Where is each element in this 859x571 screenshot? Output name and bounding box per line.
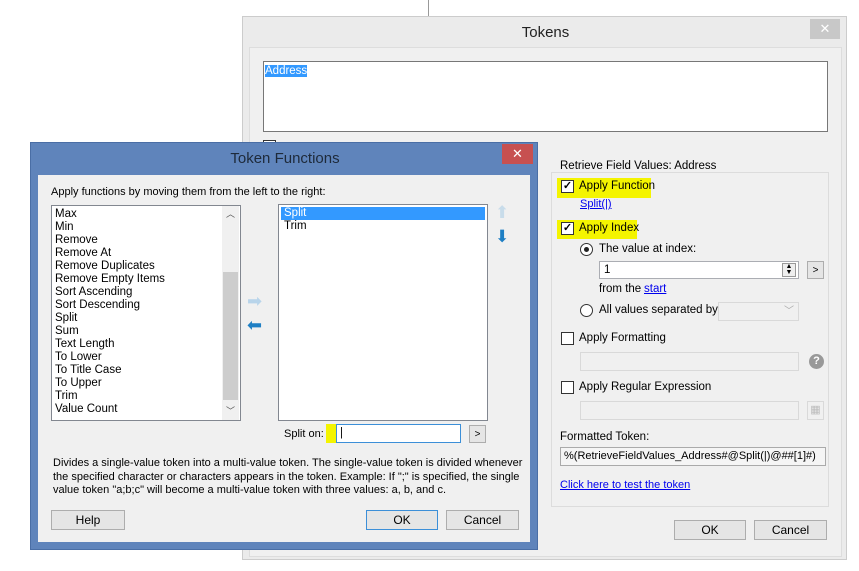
available-functions-list[interactable]: Max Min Remove Remove At Remove Duplicates Re… [51,205,241,421]
apply-function-checkbox[interactable]: ✓ [561,180,574,193]
move-up-arrow-icon[interactable]: ⬆ [495,203,509,223]
available-function-item[interactable]: Remove Duplicates [52,260,240,273]
formatted-token-label: Formatted Token: [560,431,650,443]
index-insert-button[interactable]: > [807,261,824,279]
instruction-label: Apply functions by moving them from the … [51,186,326,198]
available-function-item[interactable]: Remove [52,234,240,247]
token-textarea[interactable]: Address [263,61,828,132]
split-on-value: | [340,427,343,439]
index-value: 1 [604,264,611,276]
scroll-up-icon[interactable]: ︿ [222,206,239,223]
from-the-label: from the [599,283,642,295]
available-function-item[interactable]: Value Count [52,403,240,416]
all-values-radio[interactable] [580,304,593,317]
split-on-input[interactable]: | [336,424,461,443]
move-down-arrow-icon[interactable]: ⬇ [495,227,509,247]
available-function-item[interactable]: Trim [52,390,240,403]
tokens-title: Tokens [521,24,570,41]
help-button[interactable]: Help [51,510,125,530]
formatting-input[interactable] [580,352,799,371]
available-list-scrollbar[interactable]: ︿ ﹀ [222,206,239,420]
split-function-link[interactable]: Split(|) [580,198,612,210]
tokens-close-button[interactable]: ✕ [810,19,840,39]
scroll-thumb[interactable] [223,272,238,400]
token-text: Address [265,65,308,77]
tokens-cancel-button[interactable]: Cancel [754,520,827,540]
value-at-index-radio[interactable] [580,243,593,256]
formatted-token-field[interactable]: %(RetrieveFieldValues_Address#@Split(|)@… [560,447,826,466]
apply-regex-checkbox[interactable] [561,381,574,394]
available-function-item[interactable]: Sort Ascending [52,286,240,299]
available-function-item[interactable]: Min [52,221,240,234]
apply-formatting-checkbox[interactable] [561,332,574,345]
apply-index-label: Apply Index [579,222,640,234]
available-function-item[interactable]: Remove At [52,247,240,260]
available-function-item[interactable]: Split [52,312,240,325]
token-functions-title: Token Functions [230,150,340,167]
group-title: Retrieve Field Values: Address [557,160,720,172]
applied-function-item[interactable]: Trim [281,220,485,233]
functions-ok-button[interactable]: OK [366,510,438,530]
available-function-item[interactable]: Max [52,208,240,221]
token-functions-dialog: Token Functions ✕ Apply functions by mov… [30,142,538,550]
available-function-item[interactable]: To Title Case [52,364,240,377]
regex-builder-icon[interactable]: ▦ [807,401,824,420]
connector-line [428,0,429,16]
available-function-item[interactable]: To Upper [52,377,240,390]
applied-function-item[interactable]: Split [281,207,485,220]
available-function-item[interactable]: Sort Descending [52,299,240,312]
apply-regex-label: Apply Regular Expression [579,381,712,393]
tokens-ok-button[interactable]: OK [674,520,746,540]
available-function-item[interactable]: Text Length [52,338,240,351]
value-at-index-label: The value at index: [599,243,697,255]
move-right-arrow-icon[interactable]: ➡ [247,291,262,312]
functions-cancel-button[interactable]: Cancel [446,510,519,530]
regex-input[interactable] [580,401,799,420]
separator-select[interactable]: ﹀ [718,302,799,321]
split-insert-button[interactable]: > [469,425,486,443]
applied-functions-list[interactable]: Split Trim [278,204,488,421]
help-question-icon[interactable]: ? [809,354,824,369]
move-left-arrow-icon[interactable]: ⬅ [247,315,262,336]
token-functions-close-button[interactable]: ✕ [502,144,533,164]
all-values-label: All values separated by: [599,304,722,316]
index-spinner[interactable]: 1 ▲ ▼ [599,261,799,279]
split-on-label: Split on: [284,428,324,440]
spinner-arrows-icon[interactable]: ▲ ▼ [782,263,796,277]
function-description: Divides a single-value token into a mult… [53,457,523,496]
start-link[interactable]: start [644,283,666,295]
apply-function-label: Apply Function [579,180,656,192]
apply-index-checkbox[interactable]: ✓ [561,222,574,235]
available-function-item[interactable]: Remove Empty Items [52,273,240,286]
apply-formatting-label: Apply Formatting [579,332,666,344]
available-function-item[interactable]: To Lower [52,351,240,364]
available-function-item[interactable]: Sum [52,325,240,338]
test-token-link[interactable]: Click here to test the token [560,479,690,491]
scroll-down-icon[interactable]: ﹀ [222,403,239,420]
